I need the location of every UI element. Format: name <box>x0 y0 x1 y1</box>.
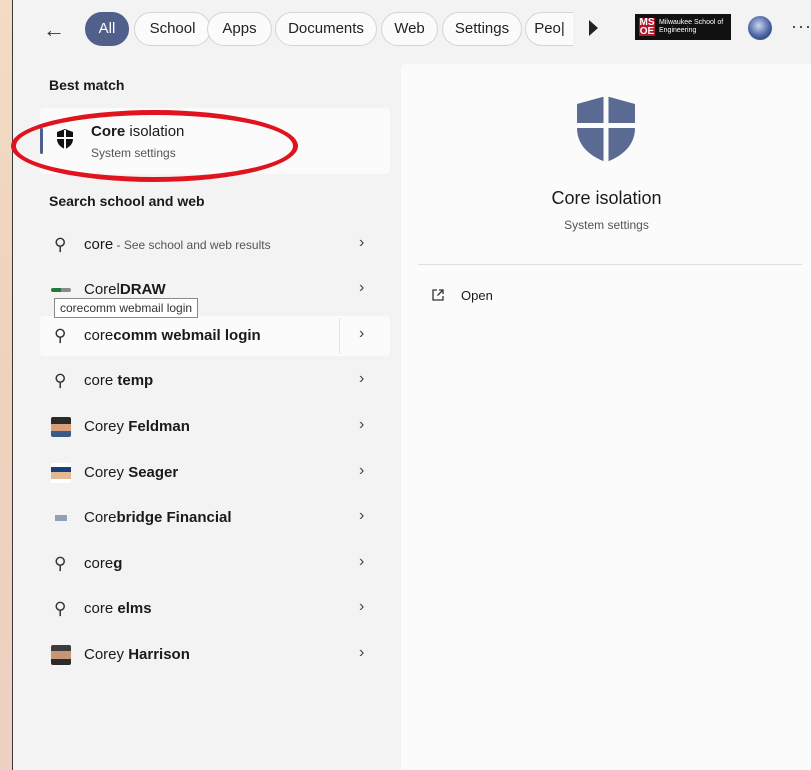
org-logo-letters: MS OE <box>639 17 655 37</box>
person-thumbnail-icon <box>51 645 71 665</box>
web-result-label: Corebridge Financial <box>84 509 232 526</box>
web-result-core[interactable]: ⚲ core - See school and web results › <box>40 225 390 265</box>
tab-all[interactable]: All <box>85 12 129 46</box>
web-result-label: Corey Harrison <box>84 646 190 663</box>
chevron-right-icon: › <box>359 598 365 615</box>
arrow-left-icon[interactable]: ← <box>43 16 71 44</box>
web-result-label: Corey Feldman <box>84 418 190 435</box>
web-result-label: core - See school and web results <box>84 236 271 253</box>
chevron-right-icon: › <box>359 507 365 524</box>
chevron-right-icon: › <box>359 279 365 296</box>
web-result-corey-seager[interactable]: Corey Seager › <box>40 453 390 493</box>
search-icon: ⚲ <box>54 554 67 573</box>
search-icon: ⚲ <box>54 599 67 618</box>
search-web-heading: Search school and web <box>49 193 205 209</box>
chevron-right-icon: › <box>359 325 365 342</box>
open-external-icon <box>432 289 444 301</box>
preview-title: Core isolation <box>551 188 662 208</box>
person-thumbnail-icon <box>51 463 71 483</box>
web-result-label: coreg <box>84 555 123 572</box>
shield-icon <box>577 96 635 162</box>
web-result-label: corecomm webmail login <box>84 327 261 344</box>
divider <box>339 318 340 354</box>
preview-subtitle: System settings <box>564 218 649 232</box>
web-result-label: CorelDRAW <box>84 281 166 298</box>
filter-bar: ← All School Apps Documents Web Settings… <box>13 0 811 62</box>
avatar[interactable] <box>748 16 772 40</box>
web-result-corecomm[interactable]: ⚲ corecomm webmail login › <box>40 316 390 356</box>
company-logo-icon <box>51 515 71 521</box>
corel-logo-icon <box>51 288 71 292</box>
tab-documents[interactable]: Documents <box>275 12 377 46</box>
annotation-ellipse <box>11 110 298 182</box>
search-icon: ⚲ <box>54 235 67 254</box>
web-result-label: Corey Seager <box>84 464 179 481</box>
scroll-right-icon[interactable] <box>589 20 598 36</box>
web-result-label: core temp <box>84 372 154 389</box>
chevron-right-icon: › <box>359 553 365 570</box>
chevron-right-icon: › <box>359 234 365 251</box>
search-icon: ⚲ <box>54 371 67 390</box>
web-result-corey-harrison[interactable]: Corey Harrison › <box>40 635 390 675</box>
chevron-right-icon: › <box>359 416 365 433</box>
more-options-icon[interactable]: ··· <box>791 16 811 37</box>
web-result-corebridge[interactable]: Corebridge Financial › <box>40 498 390 538</box>
tooltip: corecomm webmail login <box>54 298 199 318</box>
search-icon: ⚲ <box>54 326 67 345</box>
divider <box>418 264 802 265</box>
web-result-core-elms[interactable]: ⚲ core elms › <box>40 589 390 629</box>
org-logo-text: Milwaukee School of Engineering <box>659 19 724 34</box>
web-result-label: core elms <box>84 600 152 617</box>
chevron-right-icon: › <box>359 462 365 479</box>
chevron-right-icon: › <box>359 370 365 387</box>
open-action[interactable]: Open <box>431 288 493 303</box>
chevron-right-icon: › <box>359 644 365 661</box>
web-result-coreg[interactable]: ⚲ coreg › <box>40 544 390 584</box>
web-result-core-temp[interactable]: ⚲ core temp › <box>40 361 390 401</box>
person-thumbnail-icon <box>51 417 71 437</box>
tab-apps[interactable]: Apps <box>207 12 272 46</box>
tab-web[interactable]: Web <box>381 12 438 46</box>
best-match-heading: Best match <box>49 77 125 93</box>
tab-school[interactable]: School <box>134 12 211 46</box>
tab-people[interactable]: Peo| <box>525 12 573 46</box>
preview-pane: Core isolation System settings Open <box>401 64 811 770</box>
web-result-corey-feldman[interactable]: Corey Feldman › <box>40 407 390 447</box>
tab-settings[interactable]: Settings <box>442 12 522 46</box>
org-logo[interactable]: MS OE Milwaukee School of Engineering <box>635 14 731 40</box>
